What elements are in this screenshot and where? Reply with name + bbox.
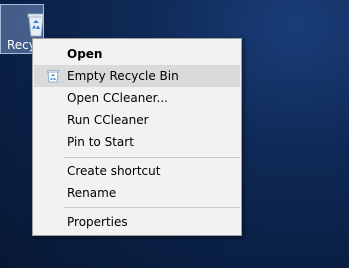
menu-item-open[interactable]: Open: [34, 43, 240, 65]
context-menu: Open Empty Recycle Bin Open CCleaner... …: [32, 38, 242, 236]
menu-item-empty-recycle-bin[interactable]: Empty Recycle Bin: [34, 65, 240, 87]
menu-item-label: Create shortcut: [67, 164, 161, 178]
menu-item-label: Open: [67, 47, 103, 61]
menu-item-properties[interactable]: Properties: [34, 211, 240, 233]
menu-item-pin-to-start[interactable]: Pin to Start: [34, 131, 240, 153]
menu-item-label: Pin to Start: [67, 135, 134, 149]
recycle-bin-small-icon: [47, 70, 59, 83]
menu-item-open-ccleaner[interactable]: Open CCleaner...: [34, 87, 240, 109]
menu-separator: [64, 207, 240, 208]
menu-item-rename[interactable]: Rename: [34, 182, 240, 204]
menu-item-run-ccleaner[interactable]: Run CCleaner: [34, 109, 240, 131]
recycle-bin-icon: [27, 13, 43, 37]
menu-item-label: Empty Recycle Bin: [67, 69, 179, 83]
menu-separator: [64, 157, 240, 158]
menu-item-label: Open CCleaner...: [67, 91, 168, 105]
menu-item-label: Rename: [67, 186, 117, 200]
menu-item-label: Run CCleaner: [67, 113, 149, 127]
menu-item-label: Properties: [67, 215, 128, 229]
menu-item-create-shortcut[interactable]: Create shortcut: [34, 160, 240, 182]
